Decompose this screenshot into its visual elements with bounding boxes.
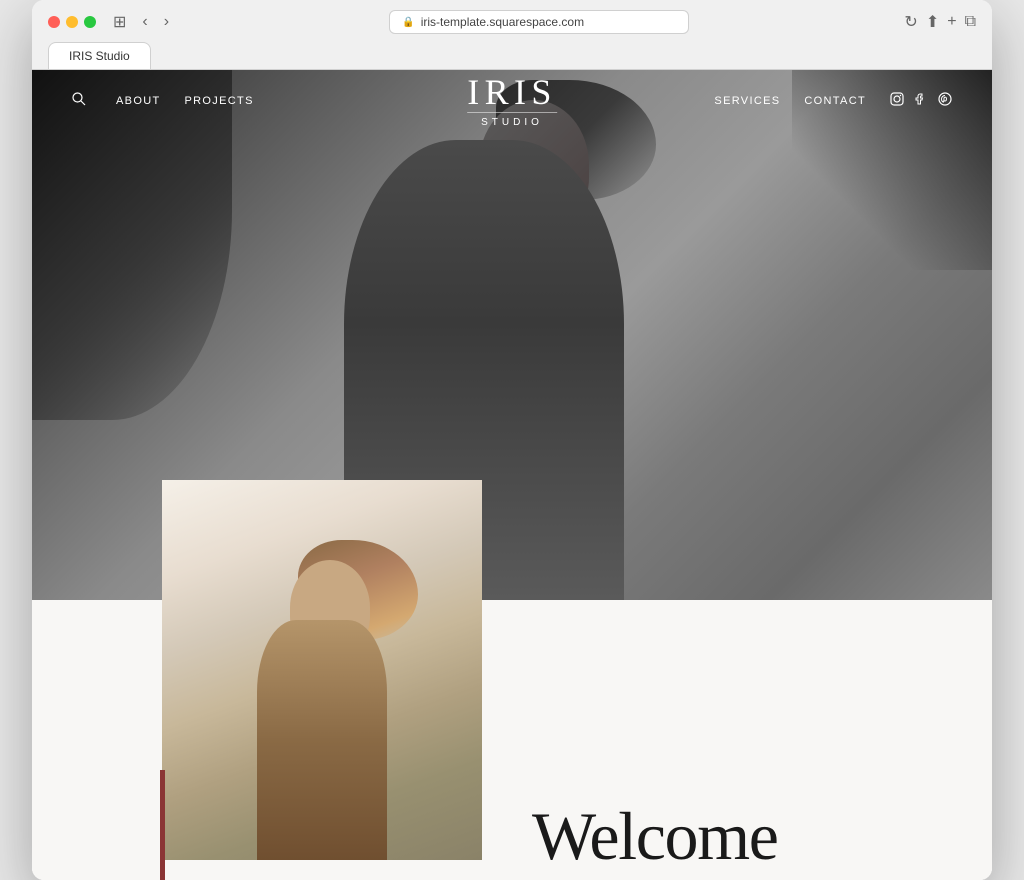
logo-title: IRIS (467, 74, 557, 110)
minimize-button[interactable] (66, 16, 78, 28)
website-content: ABOUT PROJECTS IRIS STUDIO SERVICES CONT… (32, 70, 992, 880)
logo-subtitle: STUDIO (467, 112, 557, 128)
search-icon[interactable] (72, 92, 86, 109)
portrait-card (162, 480, 482, 860)
welcome-area: Welcome (482, 600, 992, 880)
nav-contact[interactable]: CONTACT (804, 95, 866, 107)
close-button[interactable] (48, 16, 60, 28)
nav-services[interactable]: SERVICES (714, 95, 780, 107)
portrait-body (257, 620, 387, 860)
browser-actions: ↻ ⬆ + ⧉ (904, 12, 976, 32)
browser-tabs: IRIS Studio (48, 42, 976, 69)
maximize-button[interactable] (84, 16, 96, 28)
nav-about[interactable]: ABOUT (116, 95, 161, 107)
address-bar-container: 🔒 iris-template.squarespace.com (186, 10, 892, 34)
lock-icon: 🔒 (402, 17, 414, 28)
lower-section: Welcome (32, 600, 992, 880)
new-tab-icon[interactable]: + (947, 13, 956, 31)
tab-label: IRIS Studio (69, 49, 130, 63)
portrait-person (222, 540, 422, 860)
traffic-lights (48, 16, 96, 28)
social-icons (890, 92, 952, 109)
red-accent-bar (160, 770, 165, 880)
url-text: iris-template.squarespace.com (421, 15, 584, 29)
refresh-icon[interactable]: ↻ (904, 12, 917, 32)
browser-controls: ⊞ ‹ › (108, 10, 174, 34)
tabs-icon[interactable]: ⧉ (965, 13, 976, 31)
pinterest-icon[interactable] (938, 92, 952, 109)
main-nav: ABOUT PROJECTS IRIS STUDIO SERVICES CONT… (32, 70, 992, 131)
nav-links-left: ABOUT PROJECTS (116, 95, 254, 107)
browser-window: ⊞ ‹ › 🔒 iris-template.squarespace.com ↻ … (32, 0, 992, 880)
nav-left: ABOUT PROJECTS (72, 92, 254, 109)
browser-titlebar: ⊞ ‹ › 🔒 iris-template.squarespace.com ↻ … (48, 10, 976, 34)
facebook-icon[interactable] (914, 92, 928, 109)
nav-right: SERVICES CONTACT (714, 92, 952, 109)
back-button[interactable]: ‹ (137, 11, 152, 33)
tab-grid-icon[interactable]: ⊞ (108, 10, 131, 34)
welcome-heading: Welcome (532, 802, 778, 870)
site-logo[interactable]: IRIS STUDIO (467, 74, 557, 128)
instagram-icon[interactable] (890, 92, 904, 109)
share-icon[interactable]: ⬆ (926, 12, 939, 32)
nav-projects[interactable]: PROJECTS (185, 95, 254, 107)
nav-links-right: SERVICES CONTACT (714, 95, 866, 107)
active-tab[interactable]: IRIS Studio (48, 42, 151, 69)
portrait-image (162, 480, 482, 860)
address-bar[interactable]: 🔒 iris-template.squarespace.com (389, 10, 689, 34)
browser-chrome: ⊞ ‹ › 🔒 iris-template.squarespace.com ↻ … (32, 0, 992, 70)
forward-button[interactable]: › (159, 11, 174, 33)
